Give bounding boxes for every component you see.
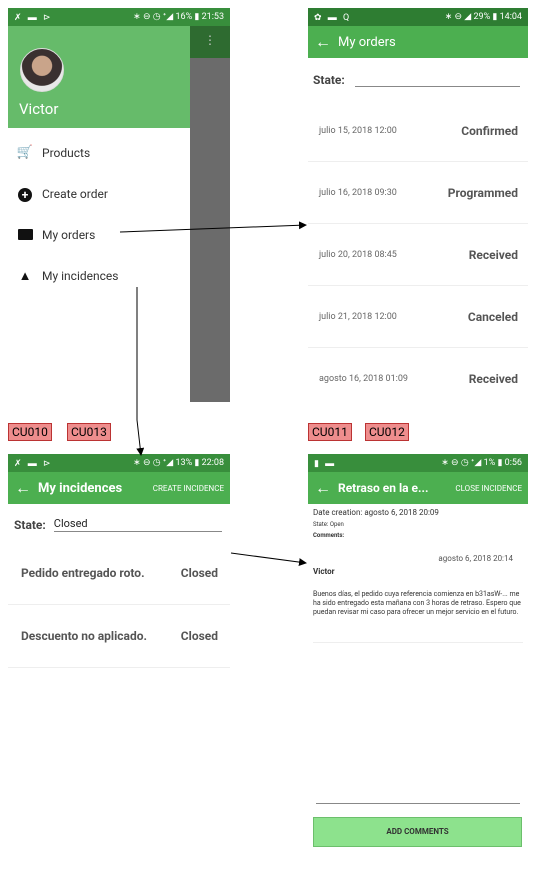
app-bar: ← Retraso en la e... CLOSE INCIDENCE — [308, 472, 528, 504]
dimmed-content[interactable]: ⋮ — [190, 26, 230, 402]
back-arrow-icon[interactable]: ← — [8, 478, 38, 498]
app-bar: ← My orders — [308, 26, 528, 58]
orders-list: julio 15, 2018 12:00 Confirmed julio 16,… — [308, 100, 528, 404]
order-status: Programmed — [447, 185, 518, 200]
incidence-info: Date creation: agosto 6, 2018 20:09 Stat… — [313, 508, 523, 539]
overflow-menu-icon: ⋮ — [190, 26, 230, 58]
menu-item-create-order[interactable]: + Create order — [8, 173, 190, 214]
status-right: ∗ ⊖ ◷ ᐩ◢ 16% ▮ 21:53 — [133, 12, 224, 22]
page-title: My orders — [338, 34, 396, 50]
screen-drawer: ✗ ▬ ⊳ ∗ ⊖ ◷ ᐩ◢ 16% ▮ 21:53 ⋮ Victor 🛒 Pr… — [8, 8, 230, 402]
label-cu012: CU012 — [365, 423, 409, 441]
page-title: Retraso en la e... — [338, 481, 429, 495]
state-input[interactable] — [354, 72, 520, 87]
order-row[interactable]: julio 21, 2018 12:00 Canceled — [308, 286, 528, 348]
state-select[interactable]: Closed — [53, 517, 222, 532]
status-left-icons: ✗ ▬ ⊳ — [14, 458, 53, 469]
incidence-row[interactable]: Pedido entregado roto. Closed — [8, 542, 230, 605]
drawer-panel: Victor 🛒 Products + Create order My orde… — [8, 26, 190, 402]
incidences-list: Pedido entregado roto. Closed Descuento … — [8, 542, 230, 668]
label-cu010: CU010 — [8, 423, 52, 441]
avatar — [20, 48, 64, 92]
menu-item-products[interactable]: 🛒 Products — [8, 132, 190, 173]
comment-date: agosto 6, 2018 20:14 — [438, 554, 513, 563]
screen-my-orders: ✿ ▬ Q ∗ ⊖ ◢ 29% ▮ 14:04 ← My orders Stat… — [308, 8, 528, 404]
arrow-to-incidence-detail — [230, 552, 307, 567]
order-date: julio 21, 2018 12:00 — [319, 311, 397, 322]
order-date: julio 16, 2018 09:30 — [319, 187, 397, 198]
order-status: Received — [468, 247, 518, 262]
menu-item-my-incidences[interactable]: ▲ My incidences — [8, 255, 190, 296]
order-status: Received — [468, 371, 518, 386]
state-filter[interactable]: State: Closed — [14, 517, 222, 532]
menu-item-label: Create order — [42, 186, 108, 201]
status-left-icons: ✿ ▬ Q — [314, 12, 352, 23]
menu-item-label: Products — [42, 145, 91, 160]
comment-text: Buenos días, el pedido cuya referencia c… — [313, 590, 521, 616]
state-label: State: — [313, 73, 345, 87]
status-right: ∗ ⊖ ◷ ᐩ◢ 13% ▮ 22:08 — [133, 458, 224, 468]
app-bar: ← My incidences CREATE INCIDENCE — [8, 472, 230, 504]
user-name: Victor — [19, 100, 59, 118]
comment-card: agosto 6, 2018 20:14 Victor Buenos días,… — [313, 554, 523, 643]
add-comments-button[interactable]: ADD COMMENTS — [313, 817, 522, 847]
folder-icon — [8, 225, 42, 244]
status-left-icons: ▮ ▬ — [314, 458, 337, 469]
incidence-title: Pedido entregado roto. — [21, 566, 145, 580]
drawer-header: Victor — [8, 26, 190, 128]
incidence-status: Closed — [180, 629, 218, 643]
order-status: Canceled — [467, 309, 518, 324]
incidence-title: Descuento no aplicado. — [21, 629, 147, 643]
label-cu013: CU013 — [67, 423, 111, 441]
status-bar: ✗ ▬ ⊳ ∗ ⊖ ◷ ᐩ◢ 13% ▮ 22:08 — [8, 454, 230, 472]
order-date: agosto 16, 2018 01:09 — [319, 373, 408, 384]
add-circle-icon: + — [8, 184, 42, 203]
warning-icon: ▲ — [18, 268, 32, 284]
creation-date: Date creation: agosto 6, 2018 20:09 — [313, 508, 439, 517]
order-row[interactable]: julio 20, 2018 08:45 Received — [308, 224, 528, 286]
cart-icon: 🛒 — [16, 145, 34, 160]
status-right: ∗ ⊖ ◢ 29% ▮ 14:04 — [444, 12, 522, 22]
menu-list: 🛒 Products + Create order My orders ▲ My… — [8, 128, 190, 296]
order-date: julio 15, 2018 12:00 — [319, 125, 397, 136]
incidence-row[interactable]: Descuento no aplicado. Closed — [8, 605, 230, 668]
status-bar: ✗ ▬ ⊳ ∗ ⊖ ◷ ᐩ◢ 16% ▮ 21:53 — [8, 8, 230, 26]
state-label: State: — [14, 518, 46, 532]
status-bar: ▮ ▬ ∗ ⊖ ◷ ᐩ◢ 1% ▮ 0:56 — [308, 454, 528, 472]
status-bar: ✿ ▬ Q ∗ ⊖ ◢ 29% ▮ 14:04 — [308, 8, 528, 26]
comment-author: Victor — [313, 567, 335, 576]
incidence-status: Closed — [180, 566, 218, 580]
state-text: State: Open — [313, 521, 344, 528]
menu-item-label: My orders — [42, 227, 96, 242]
page-title: My incidences — [38, 480, 123, 496]
menu-item-my-orders[interactable]: My orders — [8, 214, 190, 255]
comment-input[interactable] — [316, 802, 520, 804]
status-right: ∗ ⊖ ◷ ᐩ◢ 1% ▮ 0:56 — [441, 458, 522, 468]
create-incidence-button[interactable]: CREATE INCIDENCE — [153, 484, 230, 493]
order-row[interactable]: julio 15, 2018 12:00 Confirmed — [308, 100, 528, 162]
close-incidence-button[interactable]: CLOSE INCIDENCE — [455, 484, 528, 493]
comments-label: Comments: — [313, 532, 345, 539]
status-left-icons: ✗ ▬ ⊳ — [14, 12, 53, 23]
label-cu011: CU011 — [308, 423, 352, 441]
menu-item-label: My incidences — [42, 268, 119, 283]
order-row[interactable]: agosto 16, 2018 01:09 Received — [308, 348, 528, 404]
screen-incidence-detail: ▮ ▬ ∗ ⊖ ◷ ᐩ◢ 1% ▮ 0:56 ← Retraso en la e… — [308, 454, 528, 848]
order-status: Confirmed — [461, 123, 518, 138]
state-filter[interactable]: State: — [313, 72, 520, 87]
back-arrow-icon[interactable]: ← — [308, 478, 338, 498]
back-arrow-icon[interactable]: ← — [308, 32, 338, 52]
screen-my-incidences: ✗ ▬ ⊳ ∗ ⊖ ◷ ᐩ◢ 13% ▮ 22:08 ← My incidenc… — [8, 454, 230, 848]
order-row[interactable]: julio 16, 2018 09:30 Programmed — [308, 162, 528, 224]
order-date: julio 20, 2018 08:45 — [319, 249, 397, 260]
